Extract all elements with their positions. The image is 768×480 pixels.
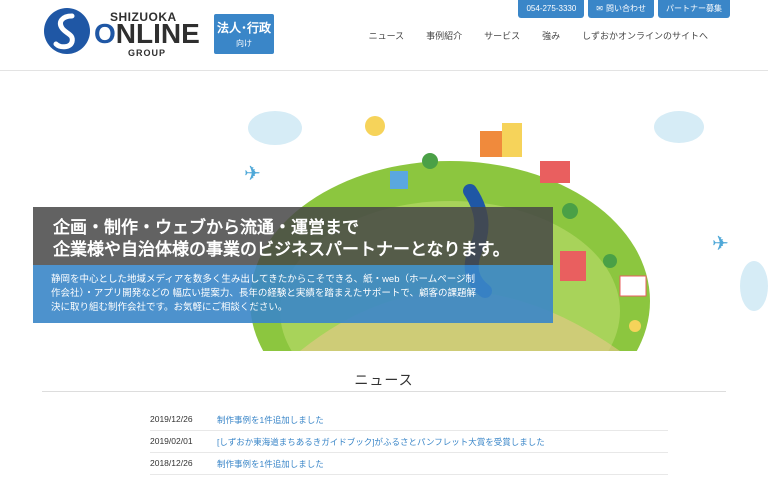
news-link[interactable]: 制作事例を1件追加しました xyxy=(217,414,324,426)
partner-recruit-button[interactable]: パートナー募集 xyxy=(658,0,730,18)
hero-section: ✈ ✈ 企画・制作・ウェブから流通・運営まで 企業様や自治体様の事業のビジネスパ… xyxy=(0,71,768,361)
news-date: 2019/12/26 xyxy=(150,414,193,424)
hero-description-box: 静岡を中心とした地域メディアを数多く生み出してきたからこそできる、紙・web（ホ… xyxy=(33,265,553,323)
logo-text-group: GROUP xyxy=(128,48,167,58)
news-item: 2019/12/26 制作事例を1件追加しました xyxy=(150,408,668,431)
news-link[interactable]: 制作事例を1件追加しました xyxy=(217,458,324,470)
corporate-government-button[interactable]: 法人･行政 向け xyxy=(214,14,274,54)
nav-item-strengths[interactable]: 強み xyxy=(542,29,560,42)
news-section-title: ニュース xyxy=(354,372,414,388)
news-date: 2018/12/26 xyxy=(150,458,193,468)
top-utility-bar: 054-275-3330 ✉ 問い合わせ パートナー募集 xyxy=(518,0,730,18)
nav-item-news[interactable]: ニュース xyxy=(369,29,405,42)
hero-headline-box: 企画・制作・ウェブから流通・運営まで 企業様や自治体様の事業のビジネスパートナー… xyxy=(33,207,553,265)
cloud-icon xyxy=(740,261,768,311)
phone-button[interactable]: 054-275-3330 xyxy=(518,0,585,18)
hero-description-line2: 作会社）・アプリ開発などの 幅広い提案力、長年の経験と実績を踏まえたサポートで、… xyxy=(51,288,477,299)
news-item: 2019/02/01 [しずおか東海道まちあるきガイドブック]がふるさとパンフレ… xyxy=(150,430,668,453)
corp-button-label: 法人･行政 xyxy=(216,21,271,35)
main-nav: ニュース 事例紹介 サービス 強み しずおかオンラインのサイトへ xyxy=(369,29,708,42)
logo-mark-icon xyxy=(44,8,90,54)
hero-headline-line2: 企業様や自治体様の事業のビジネスパートナーとなります。 xyxy=(53,240,510,259)
corp-button-sublabel: 向け xyxy=(236,39,252,48)
bird-icon: ✈ xyxy=(712,233,729,255)
hero-description-line3: 決に取り組む制作会社です。お気軽にご相談ください。 xyxy=(51,302,288,313)
contact-button[interactable]: ✉ 問い合わせ xyxy=(588,0,654,18)
news-date: 2019/02/01 xyxy=(150,436,193,446)
hero-description-line1: 静岡を中心とした地域メディアを数多く生み出してきたからこそできる、紙・web（ホ… xyxy=(51,274,476,285)
news-divider xyxy=(42,391,726,392)
mail-icon: ✉ xyxy=(596,4,603,13)
nav-item-main-site[interactable]: しずおかオンラインのサイトへ xyxy=(582,29,708,42)
shizuoka-online-logo[interactable]: SHIZUOKA ONLINE GROUP xyxy=(44,8,204,58)
news-link[interactable]: [しずおか東海道まちあるきガイドブック]がふるさとパンフレット大賞を受賞しました xyxy=(217,436,545,448)
logo-text-online: ONLINE xyxy=(94,18,200,49)
nav-item-cases[interactable]: 事例紹介 xyxy=(426,29,462,42)
cloud-icon xyxy=(654,111,704,143)
nav-item-services[interactable]: サービス xyxy=(484,29,520,42)
news-item: 2018/12/26 制作事例を1件追加しました xyxy=(150,452,668,475)
